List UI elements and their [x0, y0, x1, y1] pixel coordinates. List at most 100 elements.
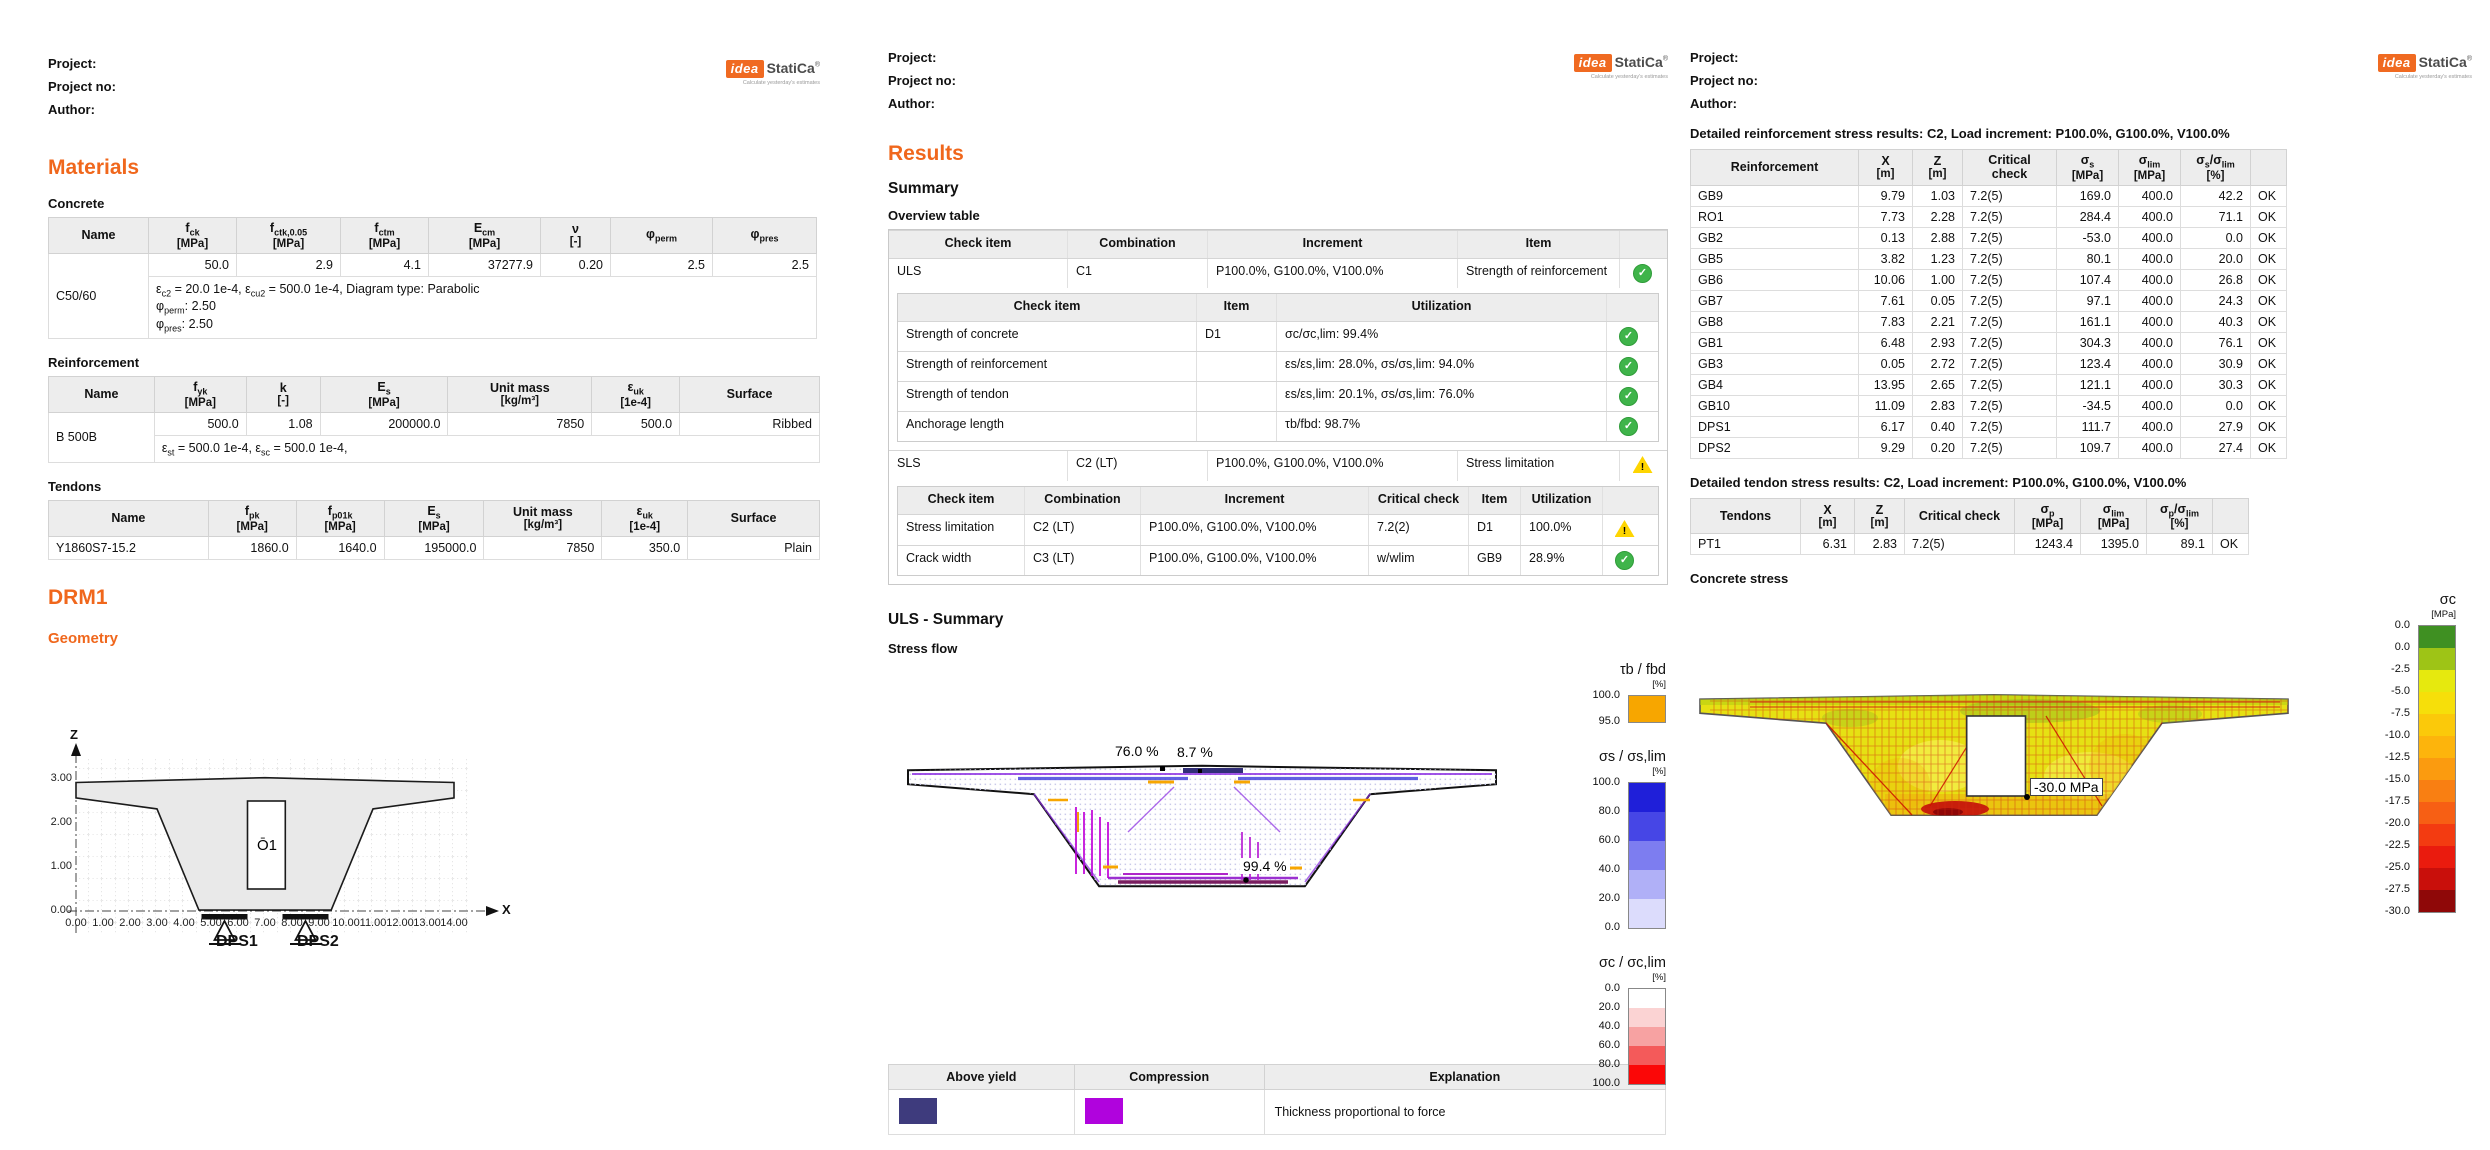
- value-cell: 121.1: [2057, 374, 2119, 395]
- value-cell: 400.0: [2119, 374, 2181, 395]
- above-yield-swatch: [899, 1098, 937, 1124]
- stress-flow-label: Stress flow: [888, 641, 1668, 656]
- value-cell: 7.2(5): [1963, 332, 2057, 353]
- column-header: εuk[1e-4]: [592, 377, 680, 413]
- table-row: C50/6050.02.94.137277.90.202.52.5: [49, 253, 817, 276]
- value-cell: 37277.9: [429, 253, 541, 276]
- materials-table: Namefyk[MPa]k[-]Es[MPa]Unit mass[kg/m³]ε…: [48, 376, 820, 463]
- column-header: Critical check: [1905, 498, 2015, 534]
- column-header: Combination: [1067, 231, 1207, 258]
- column-header: fck[MPa]: [149, 218, 237, 254]
- value-cell: 7.2(5): [1963, 227, 2057, 248]
- stress-flow-svg: [898, 682, 1518, 932]
- opening-label: Ō1: [254, 837, 280, 854]
- column-header: Reinforcement: [1691, 150, 1859, 186]
- value-cell: OK: [2251, 353, 2287, 374]
- value-cell: GB1: [1691, 332, 1859, 353]
- column-header: Surface: [688, 501, 820, 537]
- tendons-label: Tendons: [48, 479, 820, 494]
- value-cell: OK: [2251, 248, 2287, 269]
- reinforcement-label: Reinforcement: [48, 355, 820, 370]
- value-cell: 0.13: [1859, 227, 1913, 248]
- idea-logo-mark: idea: [1574, 54, 1612, 72]
- legend-colorbar: [1628, 782, 1666, 929]
- value-cell: 7.73: [1859, 206, 1913, 227]
- value-cell: 0.05: [1859, 353, 1913, 374]
- value-cell: 500.0: [592, 412, 680, 435]
- value-cell: 500.0: [154, 412, 246, 435]
- value-cell: 3.82: [1859, 248, 1913, 269]
- reinf-results-title: Detailed reinforcement stress results: C…: [1690, 126, 2472, 141]
- geometry-figure: Z X Ō1 DPS1 DPS2 0.001.002.003.000.001.0…: [48, 659, 518, 969]
- legend-scale: 100.080.060.040.020.00.0: [1528, 782, 1668, 941]
- x-axis-tick: 14.00: [437, 917, 471, 929]
- column-header: Es[MPa]: [320, 377, 448, 413]
- value-cell: 13.95: [1859, 374, 1913, 395]
- value-cell: 7850: [484, 536, 602, 559]
- value-cell: 40.3: [2181, 311, 2251, 332]
- value-cell: 9.79: [1859, 185, 1913, 206]
- value-cell: OK: [2251, 374, 2287, 395]
- column-header: Item: [1468, 487, 1520, 514]
- concrete-stress-svg: [1690, 616, 2330, 846]
- overview-header: Check itemCombinationIncrementItem: [889, 230, 1667, 258]
- column-header: Check item: [898, 294, 1196, 321]
- value-cell: GB9: [1691, 185, 1859, 206]
- column-header: Combination: [1024, 487, 1140, 514]
- column-header: fpk[MPa]: [208, 501, 296, 537]
- value-cell: 7.2(5): [1963, 248, 2057, 269]
- column-header: Surface: [680, 377, 820, 413]
- material-name: Y1860S7-15.2: [49, 536, 209, 559]
- value-cell: 161.1: [2057, 311, 2119, 332]
- column-header: Increment: [1140, 487, 1368, 514]
- legend-tick: 60.0: [1599, 834, 1620, 846]
- overview-table-label: Overview table: [888, 208, 1668, 223]
- value-cell: 1.23: [1913, 248, 1963, 269]
- column-header: Critical check: [1963, 150, 2057, 186]
- value-cell: OK: [2251, 332, 2287, 353]
- value-cell: 7.2(5): [1963, 185, 2057, 206]
- legend-tick: 0.0: [1605, 982, 1620, 994]
- logo-tagline: Calculate yesterday's estimates: [2378, 74, 2472, 80]
- check-item-row: ULSC1P100.0%, G100.0%, V100.0%Strength o…: [889, 258, 1667, 288]
- value-cell: 10.06: [1859, 269, 1913, 290]
- check-ok-icon: ✓: [1619, 417, 1638, 436]
- value-cell: 7.2(5): [1963, 437, 2057, 458]
- value-cell: OK: [2251, 395, 2287, 416]
- column-header: σp/σlim[%]: [2147, 498, 2213, 534]
- value-cell: 1243.4: [2015, 534, 2081, 555]
- page-materials: Project: Project no: Author: ideaStatiCa…: [48, 52, 820, 969]
- support-dps2-label: DPS2: [297, 933, 339, 951]
- legend-tick: -27.5: [2385, 883, 2410, 895]
- legend-tick: -17.5: [2385, 795, 2410, 807]
- value-cell: Ribbed: [680, 412, 820, 435]
- z-axis-tick: 3.00: [42, 772, 72, 784]
- legend-sigma-c: σc[MPa]0.00.0-2.5-5.0-7.5-10.0-12.5-15.0…: [2338, 592, 2458, 925]
- table-row: PT16.312.837.2(5)1243.41395.089.1OK: [1691, 534, 2249, 555]
- sigma-c-legend: σc[MPa]0.00.0-2.5-5.0-7.5-10.0-12.5-15.0…: [2338, 592, 2458, 939]
- table-row: Y1860S7-15.21860.01640.0195000.07850350.…: [49, 536, 820, 559]
- value-cell: 107.4: [2057, 269, 2119, 290]
- check-item-row: SLSC2 (LT)P100.0%, G100.0%, V100.0%Stres…: [889, 450, 1667, 481]
- column-header: Z[m]: [1913, 150, 1963, 186]
- above-yield-header: Above yield: [889, 1065, 1075, 1090]
- page-header: Project: Project no: Author: ideaStatiCa…: [888, 46, 1668, 124]
- value-cell: OK: [2251, 269, 2287, 290]
- value-cell: 6.17: [1859, 416, 1913, 437]
- legend-tick: -30.0: [2385, 905, 2410, 917]
- value-cell: 400.0: [2119, 416, 2181, 437]
- legend-ss: σs / σs,lim[%]100.080.060.040.020.00.0: [1528, 749, 1668, 941]
- value-cell: 7.2(5): [1963, 269, 2057, 290]
- value-cell: OK: [2251, 416, 2287, 437]
- warning-icon: !: [1615, 520, 1635, 537]
- project-info: Project: Project no: Author:: [1690, 46, 1758, 115]
- column-header: [2213, 498, 2249, 534]
- column-header: σs[MPa]: [2057, 150, 2119, 186]
- project-label: Project:: [48, 52, 116, 75]
- column-header: Ecm[MPa]: [429, 218, 541, 254]
- legend-scale: 100.095.0: [1528, 695, 1668, 735]
- check-ok-icon: ✓: [1619, 357, 1638, 376]
- concrete-stress-label: Concrete stress: [1690, 571, 2472, 586]
- value-cell: 97.1: [2057, 290, 2119, 311]
- legend-tick: -22.5: [2385, 839, 2410, 851]
